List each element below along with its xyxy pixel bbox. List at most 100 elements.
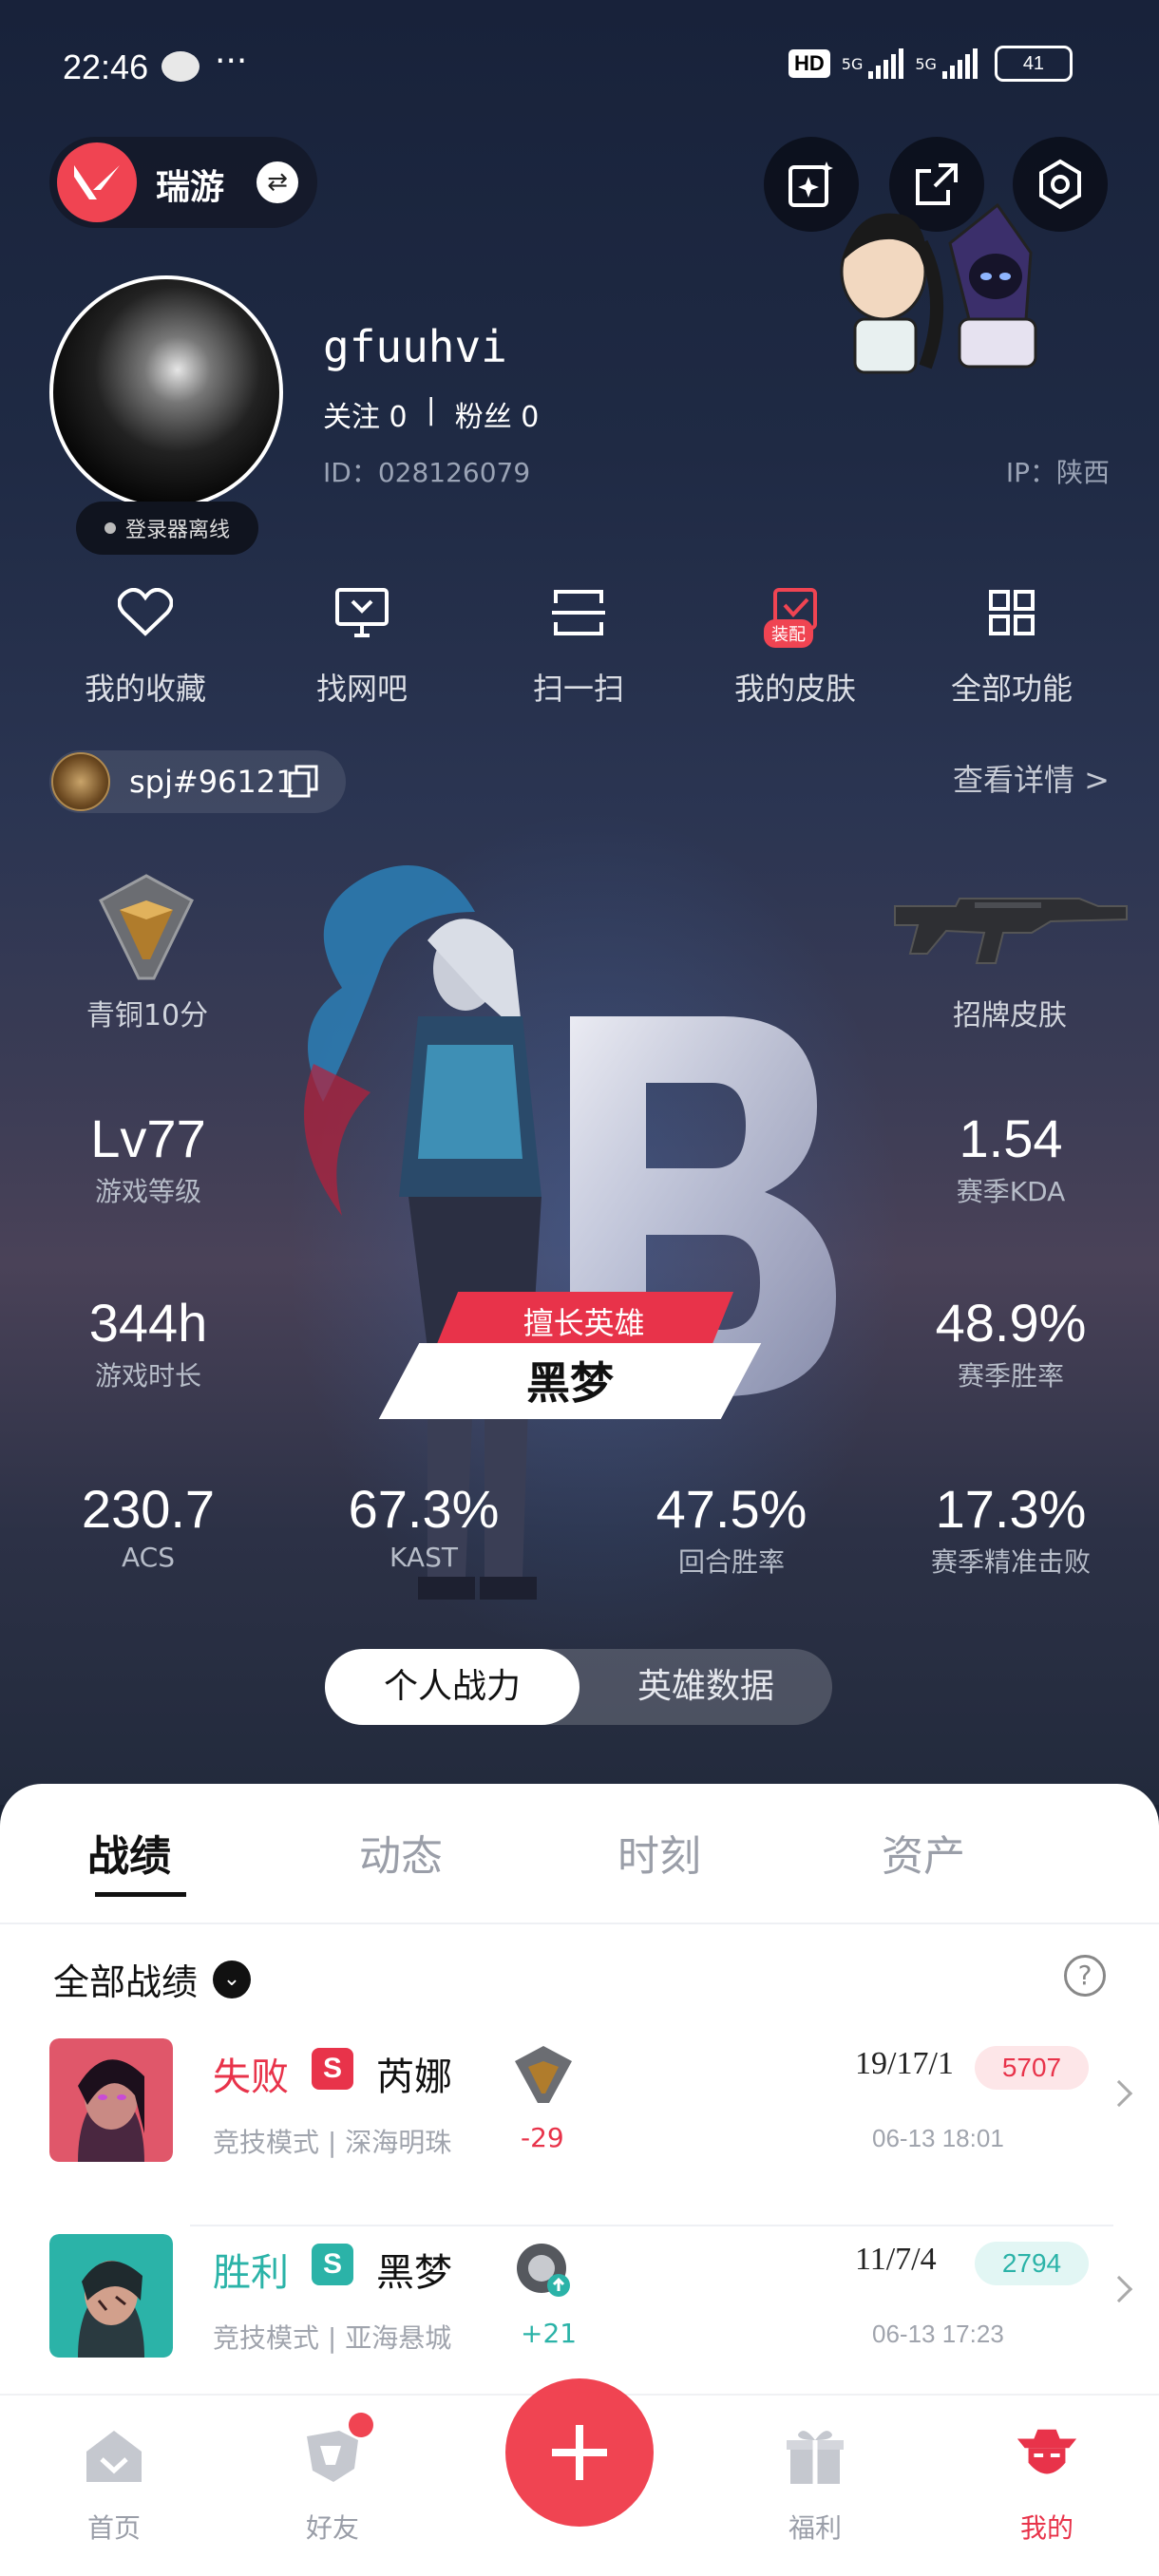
best-hero-name: 黑梦 bbox=[526, 1357, 614, 1409]
nav-home[interactable]: 首页 bbox=[48, 2422, 180, 2546]
stat-label: 游戏时长 bbox=[94, 1360, 201, 1392]
plus-icon bbox=[552, 2425, 607, 2480]
monitor-icon bbox=[329, 579, 395, 646]
scan-icon bbox=[545, 579, 612, 646]
nav-profile[interactable]: 我的 bbox=[980, 2422, 1113, 2546]
notification-dot bbox=[349, 2413, 373, 2437]
iron-rank-icon bbox=[517, 2244, 570, 2297]
skin-icon: 装配 bbox=[762, 579, 828, 648]
tab-assets[interactable]: 资产 bbox=[882, 1822, 965, 1883]
func-scan[interactable]: 扫一扫 bbox=[469, 579, 688, 709]
match-kda: 11/7/4 bbox=[855, 2242, 937, 2277]
create-post-button[interactable] bbox=[505, 2378, 654, 2527]
stat-value: Lv77 bbox=[90, 1108, 206, 1168]
row-divider bbox=[190, 2225, 1113, 2226]
following-count[interactable]: 关注 0 bbox=[323, 393, 408, 435]
chevron-right-icon bbox=[1105, 2275, 1133, 2303]
nav-label: 好友 bbox=[305, 2512, 359, 2544]
func-skins[interactable]: 装配 我的皮肤 bbox=[686, 579, 904, 709]
match-row[interactable]: 胜利 S 黑梦 竞技模式 | 亚海悬城 +21 11/7/4 2794 06-1… bbox=[0, 2234, 1159, 2377]
rank-delta: +21 bbox=[521, 2318, 578, 2349]
mascot-decoration bbox=[840, 202, 1037, 374]
stat-value: 344h bbox=[88, 1293, 208, 1353]
stat-label: 赛季胜率 bbox=[957, 1360, 1064, 1392]
wechat-icon bbox=[162, 51, 200, 82]
tab-feed[interactable]: 动态 bbox=[359, 1822, 443, 1883]
bronze-rank-icon bbox=[515, 2046, 572, 2103]
user-id: ID：028126079 bbox=[323, 457, 531, 488]
nav-welfare[interactable]: 福利 bbox=[749, 2422, 882, 2546]
match-score-badge: 5707 bbox=[975, 2046, 1089, 2090]
avatar[interactable] bbox=[49, 275, 283, 509]
stat-winrate: 48.9% 赛季胜率 bbox=[887, 1292, 1134, 1393]
match-agent-name: 黑梦 bbox=[376, 2251, 452, 2295]
heart-icon bbox=[112, 579, 179, 646]
stat-level: Lv77 游戏等级 bbox=[25, 1108, 272, 1209]
gift-icon bbox=[782, 2422, 848, 2489]
stat-kast: 67.3% KAST bbox=[300, 1478, 547, 1573]
func-label: 找网吧 bbox=[315, 671, 408, 707]
brand-name: 瑞游 bbox=[156, 168, 225, 207]
toggle-personal-power[interactable]: 个人战力 bbox=[325, 1649, 580, 1725]
profile-icon bbox=[1014, 2422, 1080, 2489]
follow-separator: | bbox=[426, 393, 436, 426]
status-dot-icon bbox=[104, 522, 116, 534]
tabs-divider bbox=[0, 1923, 1159, 1924]
stat-kda: 1.54 赛季KDA bbox=[887, 1108, 1134, 1209]
match-mode: 竞技模式 | 亚海悬城 bbox=[213, 2322, 452, 2354]
records-filter[interactable]: 全部战绩 ⌄ bbox=[53, 1953, 252, 2005]
bottom-nav: 首页 好友 福利 我的 bbox=[0, 2378, 1159, 2576]
match-row[interactable]: 失败 S 芮娜 竞技模式 | 深海明珠 -29 19/17/1 5707 06-… bbox=[0, 2038, 1159, 2226]
game-account[interactable]: spj#96121 bbox=[49, 750, 346, 813]
func-all[interactable]: 全部功能 bbox=[902, 579, 1121, 709]
content-tabs: 战绩 动态 时刻 资产 bbox=[0, 1822, 1159, 1898]
match-mode: 竞技模式 | 深海明珠 bbox=[213, 2127, 452, 2158]
game-switcher[interactable]: 瑞游 ⇄ bbox=[49, 137, 317, 228]
func-netcafe[interactable]: 找网吧 bbox=[253, 579, 471, 709]
game-avatar bbox=[51, 752, 110, 811]
network-type: 5G bbox=[841, 54, 864, 73]
help-icon[interactable]: ? bbox=[1064, 1955, 1106, 1997]
toggle-hero-data[interactable]: 英雄数据 bbox=[580, 1649, 832, 1725]
stat-label: KAST bbox=[390, 1542, 458, 1573]
launcher-status-label: 登录器离线 bbox=[124, 519, 230, 542]
grid-icon bbox=[978, 579, 1045, 646]
stat-label: ACS bbox=[122, 1542, 175, 1573]
best-hero-tag: 擅长英雄 bbox=[434, 1292, 734, 1349]
status-right: HD 5G 5G 41 bbox=[788, 46, 1073, 82]
nav-friends[interactable]: 好友 bbox=[266, 2413, 399, 2546]
tab-moments[interactable]: 时刻 bbox=[618, 1822, 701, 1883]
match-agent-name: 芮娜 bbox=[376, 2055, 452, 2099]
chevron-down-icon: ⌄ bbox=[213, 1960, 252, 1998]
match-time: 06-13 17:23 bbox=[872, 2320, 1004, 2348]
stat-label: 赛季精准击败 bbox=[930, 1546, 1091, 1578]
match-time: 06-13 18:01 bbox=[872, 2124, 1004, 2152]
valorant-logo-icon bbox=[57, 142, 137, 222]
stat-value: 17.3% bbox=[935, 1479, 1087, 1539]
chevron-right-icon bbox=[1105, 2079, 1133, 2108]
stat-round-win: 47.5% 回合胜率 bbox=[608, 1478, 855, 1580]
stats-toggle: 个人战力 英雄数据 bbox=[325, 1649, 832, 1725]
fans-count[interactable]: 粉丝 0 bbox=[455, 393, 540, 435]
rank-label: 青铜10分 bbox=[86, 999, 209, 1032]
match-grade-badge: S bbox=[312, 2048, 353, 2090]
switch-icon: ⇄ bbox=[256, 161, 298, 203]
function-row: 我的收藏 找网吧 扫一扫 装配 我的皮肤 全部功能 bbox=[0, 579, 1159, 712]
ip-location: IP：陕西 bbox=[1005, 457, 1110, 488]
stat-label: 回合胜率 bbox=[677, 1546, 785, 1578]
func-favorites[interactable]: 我的收藏 bbox=[36, 579, 255, 709]
tab-records[interactable]: 战绩 bbox=[87, 1822, 171, 1883]
match-kda: 19/17/1 bbox=[855, 2046, 954, 2081]
game-account-name: spj#96121 bbox=[129, 764, 295, 800]
stat-value: 1.54 bbox=[959, 1108, 1063, 1168]
copy-icon[interactable] bbox=[287, 764, 319, 800]
agent-reyna-portrait bbox=[49, 2038, 173, 2162]
stat-label: 游戏等级 bbox=[94, 1176, 201, 1207]
view-details-link[interactable]: 查看详情 > bbox=[953, 756, 1110, 800]
follow-stats: 关注 0 | 粉丝 0 bbox=[323, 393, 539, 435]
stat-playtime: 344h 游戏时长 bbox=[25, 1292, 272, 1393]
tab-indicator bbox=[95, 1892, 186, 1897]
func-label: 扫一扫 bbox=[532, 671, 624, 707]
stat-label: 赛季KDA bbox=[956, 1176, 1066, 1207]
home-icon bbox=[81, 2422, 147, 2489]
